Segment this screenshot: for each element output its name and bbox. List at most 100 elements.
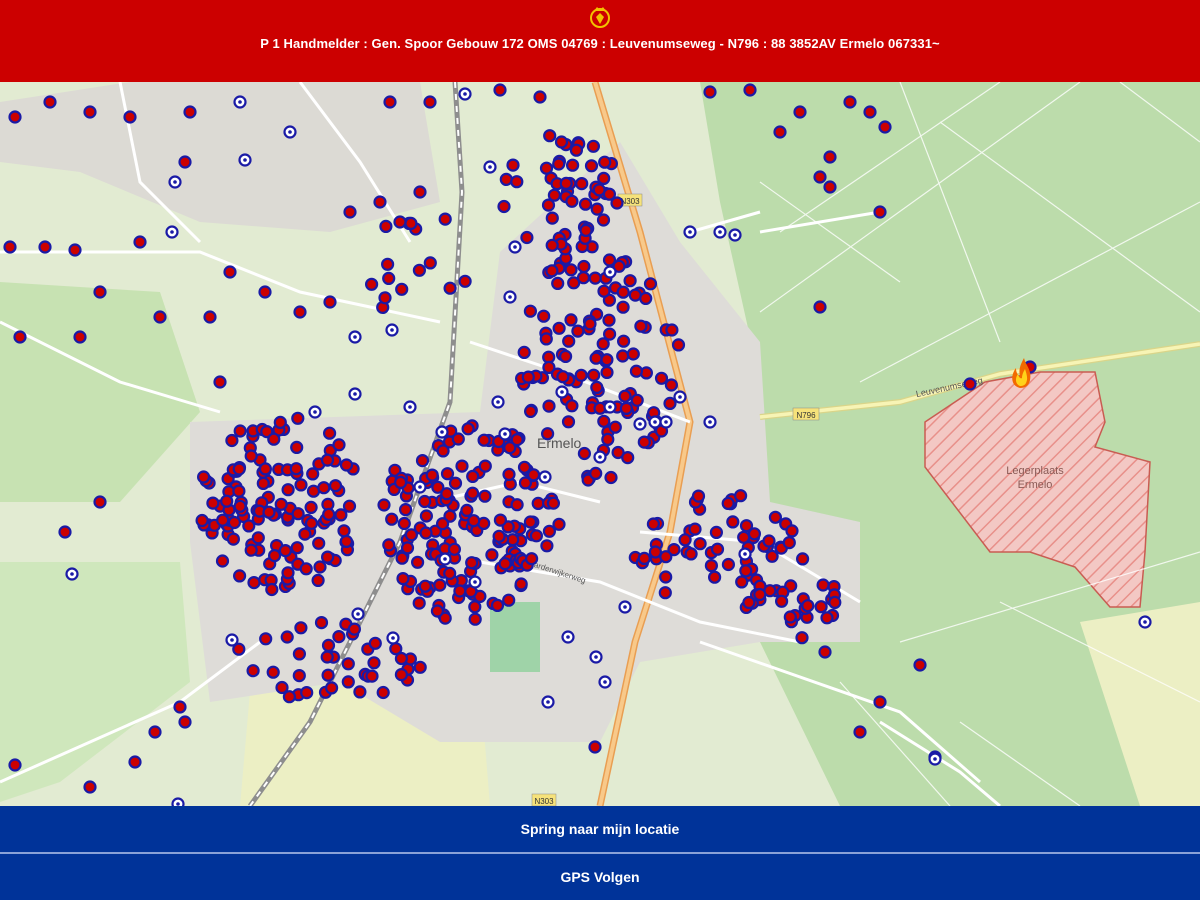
hydrant-marker[interactable] xyxy=(629,364,644,378)
hydrant-marker[interactable] xyxy=(561,415,576,429)
hydrant-marker[interactable] xyxy=(590,380,604,394)
hydrant-marker[interactable] xyxy=(785,524,799,538)
hydrant-marker[interactable] xyxy=(300,685,314,700)
hydrant-marker[interactable] xyxy=(739,564,753,578)
hydrant-marker[interactable] xyxy=(565,194,579,208)
hydrant-marker[interactable] xyxy=(828,595,842,610)
hydrant-marker[interactable] xyxy=(601,432,615,446)
hydrant-marker[interactable] xyxy=(552,517,566,531)
hydrant-marker[interactable] xyxy=(93,285,107,299)
hydrant-marker[interactable] xyxy=(739,519,754,533)
hydrant-marker[interactable] xyxy=(597,414,611,428)
hydrant-marker[interactable] xyxy=(478,489,492,503)
hydrant-marker[interactable] xyxy=(520,230,534,245)
gps-follow-button[interactable]: GPS Volgen xyxy=(0,854,1200,900)
hydrant-marker[interactable] xyxy=(523,304,538,318)
hydrant-marker[interactable] xyxy=(365,669,379,683)
hydrant-marker[interactable] xyxy=(579,223,593,237)
hydrant-marker[interactable] xyxy=(468,600,482,614)
hydrant-marker[interactable] xyxy=(323,426,337,440)
hydrant-marker[interactable] xyxy=(280,630,294,644)
hydrant-marker[interactable] xyxy=(325,681,339,695)
hydrant-marker[interactable] xyxy=(637,435,651,449)
hydrant-marker[interactable] xyxy=(220,494,234,508)
hydrant-marker[interactable] xyxy=(529,529,544,543)
hydrant-marker[interactable] xyxy=(721,557,736,572)
hydrant-marker[interactable] xyxy=(533,90,547,104)
hydrant-marker[interactable] xyxy=(602,187,617,201)
hydrant-marker[interactable] xyxy=(399,503,413,517)
hydrant-marker[interactable] xyxy=(552,321,566,335)
hydrant-marker[interactable] xyxy=(293,305,307,319)
hydrant-marker[interactable] xyxy=(753,587,767,602)
hydrant-marker[interactable] xyxy=(440,467,455,481)
hydrant-marker[interactable] xyxy=(818,645,832,659)
hydrant-marker[interactable] xyxy=(574,368,588,382)
hydrant-marker[interactable] xyxy=(621,451,635,465)
hydrant-marker[interactable] xyxy=(215,554,230,568)
hydrant-marker[interactable] xyxy=(173,700,187,714)
hydrant-marker[interactable] xyxy=(368,636,382,650)
hydrant-marker[interactable] xyxy=(448,476,463,490)
hydrant-marker[interactable] xyxy=(823,150,837,164)
hydrant-marker[interactable] xyxy=(596,337,610,351)
hydrant-marker[interactable] xyxy=(782,536,796,550)
hydrant-marker[interactable] xyxy=(258,462,272,476)
hydrant-marker[interactable] xyxy=(320,650,334,664)
hydrant-marker[interactable] xyxy=(616,349,630,363)
hydrant-marker[interactable] xyxy=(466,469,480,483)
hydrant-marker[interactable] xyxy=(418,579,432,593)
hydrant-marker[interactable] xyxy=(299,562,313,576)
hydrant-marker[interactable] xyxy=(415,454,430,468)
hydrant-marker[interactable] xyxy=(343,205,357,219)
hydrant-marker[interactable] xyxy=(451,432,465,446)
hydrant-marker[interactable] xyxy=(394,475,408,489)
hydrant-marker[interactable] xyxy=(742,595,756,610)
hydrant-marker[interactable] xyxy=(545,264,559,278)
hydrant-marker[interactable] xyxy=(659,550,673,564)
hydrant-marker[interactable] xyxy=(600,353,614,367)
hydrant-marker[interactable] xyxy=(564,313,578,327)
hydrant-marker[interactable] xyxy=(396,572,410,586)
hydrant-marker[interactable] xyxy=(577,446,592,461)
hydrant-marker[interactable] xyxy=(551,276,565,290)
hydrant-marker[interactable] xyxy=(68,243,82,257)
hydrant-marker[interactable] xyxy=(178,715,192,729)
hydrant-marker[interactable] xyxy=(290,440,304,454)
hydrant-marker[interactable] xyxy=(569,143,584,157)
hydrant-marker[interactable] xyxy=(339,458,354,472)
hydrant-marker[interactable] xyxy=(423,95,437,109)
hydrant-marker[interactable] xyxy=(419,509,433,523)
hydrant-marker[interactable] xyxy=(545,238,559,252)
hydrant-marker[interactable] xyxy=(278,544,292,558)
hydrant-marker[interactable] xyxy=(913,658,927,672)
hydrant-marker[interactable] xyxy=(664,378,679,392)
hydrant-marker[interactable] xyxy=(493,83,507,97)
hydrant-marker[interactable] xyxy=(654,371,669,385)
hydrant-marker[interactable] xyxy=(292,647,306,661)
hydrant-marker[interactable] xyxy=(58,525,72,539)
hydrant-marker[interactable] xyxy=(537,309,551,323)
hydrant-marker[interactable] xyxy=(313,560,327,574)
hydrant-marker[interactable] xyxy=(659,570,673,584)
hydrant-marker[interactable] xyxy=(258,285,272,299)
hydrant-marker[interactable] xyxy=(443,566,457,580)
hydrant-marker[interactable] xyxy=(478,459,492,473)
hydrant-marker[interactable] xyxy=(465,556,479,570)
hydrant-marker[interactable] xyxy=(498,557,512,571)
hydrant-marker[interactable] xyxy=(458,274,472,288)
hydrant-marker[interactable] xyxy=(878,120,892,134)
hydrant-marker[interactable] xyxy=(575,176,589,191)
hydrant-marker[interactable] xyxy=(663,396,677,410)
hydrant-marker[interactable] xyxy=(339,534,353,548)
hydrant-marker[interactable] xyxy=(773,125,787,139)
hydrant-marker[interactable] xyxy=(430,604,444,618)
hydrant-marker[interactable] xyxy=(341,675,355,689)
hydrant-marker[interactable] xyxy=(539,332,553,346)
hydrant-marker[interactable] xyxy=(203,310,217,324)
hydrant-marker[interactable] xyxy=(381,257,395,271)
hydrant-marker[interactable] xyxy=(542,399,556,413)
hydrant-marker[interactable] xyxy=(526,468,541,482)
hydrant-marker[interactable] xyxy=(378,291,392,305)
hydrant-marker[interactable] xyxy=(762,534,776,548)
